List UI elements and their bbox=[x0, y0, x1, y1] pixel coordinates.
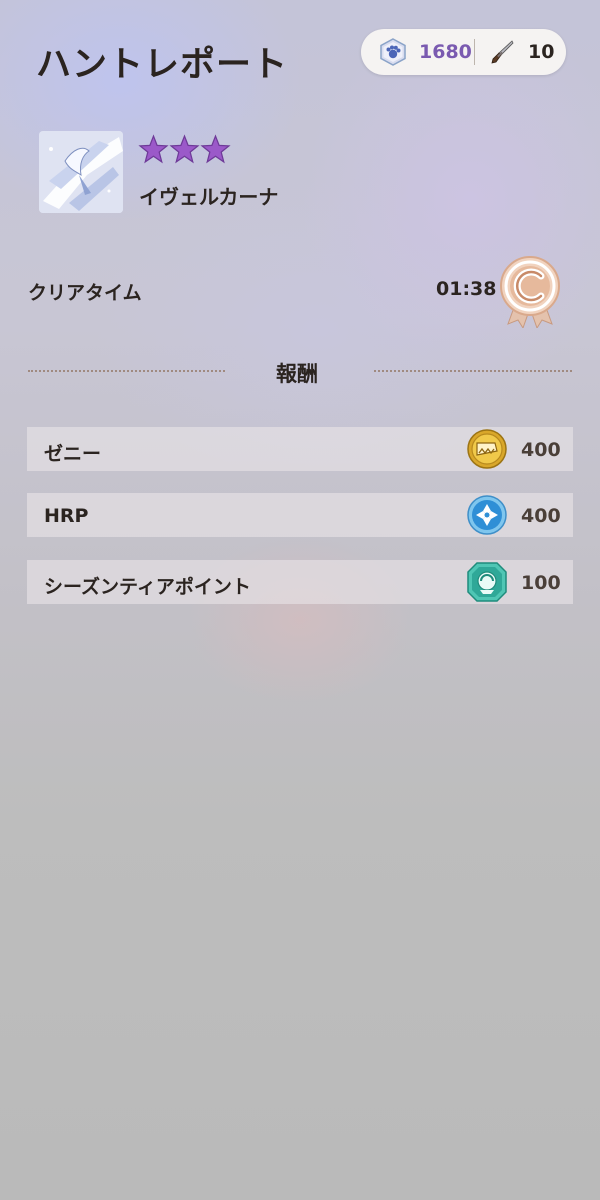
paw-currency-value: 1680 bbox=[419, 41, 472, 63]
star-icon bbox=[169, 134, 200, 164]
reward-row-season-tier: シーズンティアポイント 100 bbox=[27, 560, 573, 604]
star-icon bbox=[138, 134, 169, 164]
hrp-orb-icon bbox=[467, 495, 507, 535]
reward-label: HRP bbox=[44, 505, 89, 527]
currency-divider bbox=[474, 39, 475, 65]
zenny-coin-icon bbox=[467, 429, 507, 469]
reward-row-hrp: HRP 400 bbox=[27, 493, 573, 537]
reward-value: 100 bbox=[521, 572, 561, 594]
reward-value: 400 bbox=[521, 439, 561, 461]
reward-label: シーズンティアポイント bbox=[44, 576, 251, 598]
section-divider-left bbox=[28, 370, 225, 372]
bronze-c-rank-medal-icon bbox=[500, 256, 560, 328]
reward-row-zenny: ゼニー 400 bbox=[27, 427, 573, 471]
knife-icon bbox=[491, 40, 514, 64]
section-divider-right bbox=[374, 370, 572, 372]
monster-name: イヴェルカーナ bbox=[139, 185, 279, 209]
reward-label: ゼニー bbox=[44, 443, 102, 465]
clear-time-value: 01:38 bbox=[436, 278, 497, 300]
rewards-section-title: 報酬 bbox=[276, 362, 318, 386]
paw-gem-icon bbox=[380, 38, 406, 66]
season-tier-gem-icon bbox=[467, 562, 507, 602]
currency-bar: 1680 10 bbox=[361, 29, 566, 75]
page-title: ハントレポート bbox=[36, 45, 289, 85]
knife-currency-value: 10 bbox=[528, 41, 555, 63]
star-icon bbox=[200, 134, 231, 164]
clear-time-label: クリアタイム bbox=[28, 282, 142, 304]
ice-dragon-portrait-icon bbox=[39, 131, 123, 213]
star-rating bbox=[138, 134, 231, 168]
reward-value: 400 bbox=[521, 505, 561, 527]
